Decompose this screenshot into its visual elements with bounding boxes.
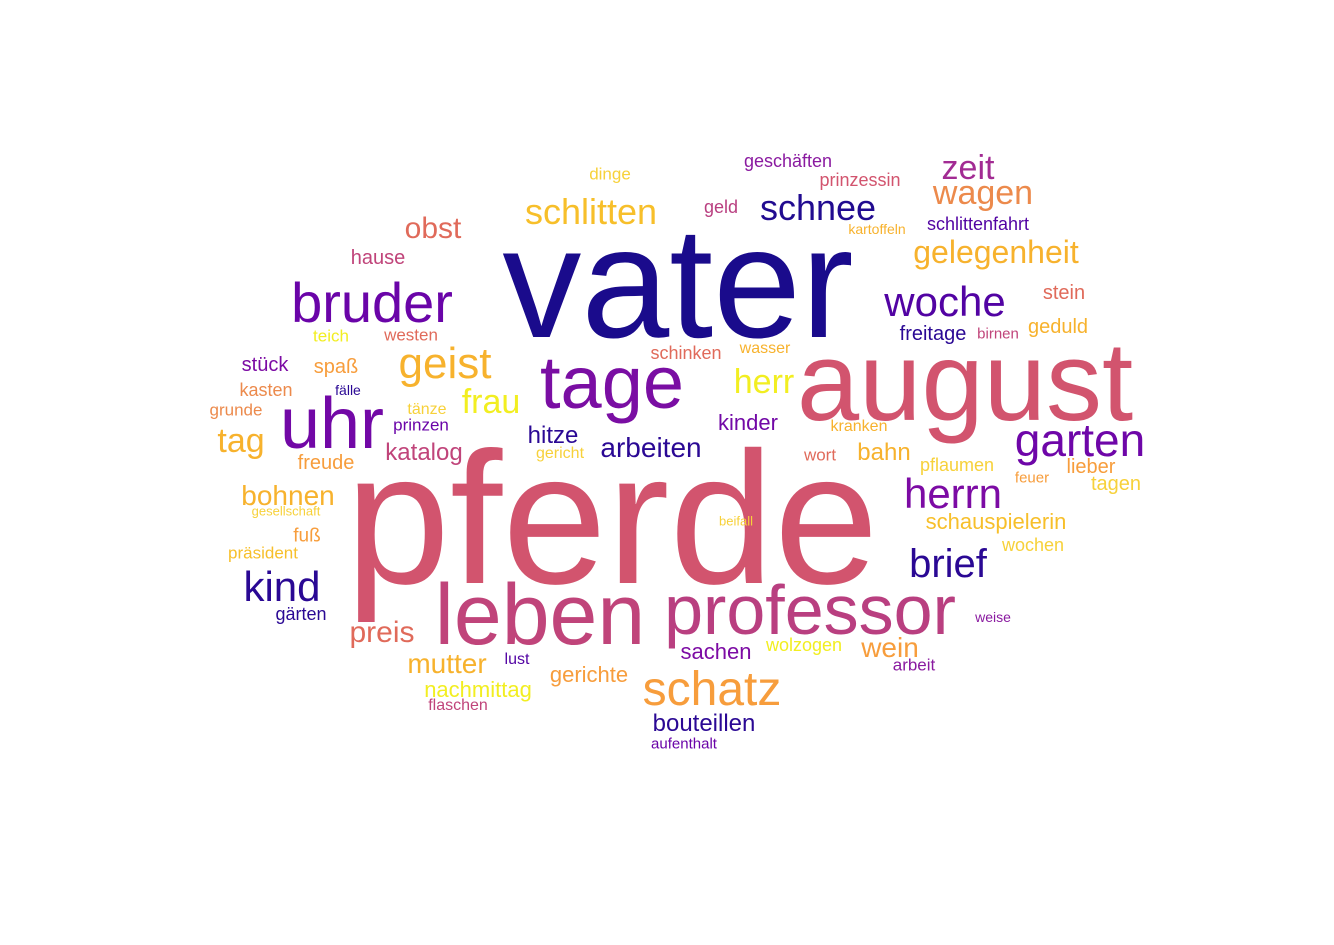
word-gesellschaft: gesellschaft (251, 503, 321, 519)
word-geist: geist (398, 339, 492, 388)
word-lust: lust (504, 651, 530, 668)
word-brief: brief (909, 542, 987, 586)
word-birnen: birnen (977, 325, 1019, 343)
word-spass: spaß (313, 356, 359, 378)
word-arbeit: arbeit (892, 655, 936, 675)
word-gericht: gericht (535, 445, 585, 462)
word-lieber: lieber (1066, 456, 1116, 478)
word-schauspielerin: schauspielerin (925, 509, 1067, 534)
word-schlittenfahrt: schlittenfahrt (926, 214, 1030, 234)
word-katalog: katalog (385, 439, 463, 466)
word-pflaumen: pflaumen (919, 455, 995, 475)
word-grunde: grunde (209, 400, 263, 420)
word-taenze: tänze (407, 401, 447, 418)
word-gelegenheit: gelegenheit (913, 234, 1079, 270)
word-frau: frau (461, 383, 521, 421)
word-preis: preis (349, 616, 415, 649)
word-bruder: bruder (291, 271, 453, 334)
word-gaerten: gärten (275, 604, 327, 624)
word-freude: freude (297, 452, 355, 474)
word-freitage: freitage (899, 323, 967, 345)
word-schatz: schatz (642, 663, 782, 716)
word-geduld: geduld (1027, 316, 1089, 338)
word-tag: tag (217, 422, 265, 460)
word-bouteillen: bouteillen (652, 710, 756, 737)
word-kind: kind (243, 563, 321, 610)
word-dinge: dinge (589, 164, 631, 184)
word-prinzessin: prinzessin (819, 170, 901, 190)
word-herr: herr (733, 363, 795, 401)
word-schinken: schinken (650, 343, 722, 363)
word-wolzogen: wolzogen (765, 635, 843, 655)
word-stueck: stück (241, 354, 289, 376)
word-bahn: bahn (857, 439, 911, 466)
word-leben: leben (434, 567, 646, 663)
word-geld: geld (703, 197, 739, 217)
word-cloud: pferde vater august leben professor tage… (0, 0, 1334, 945)
word-wagen: wagen (932, 174, 1034, 212)
word-hause: hause (350, 247, 406, 269)
word-flaschen: flaschen (428, 697, 488, 714)
word-obst: obst (404, 212, 462, 245)
word-wochen: wochen (1001, 535, 1065, 555)
word-kranken: kranken (830, 418, 888, 435)
word-mutter: mutter (407, 648, 487, 679)
word-schlitten: schlitten (524, 191, 658, 232)
word-teich: teich (313, 326, 349, 346)
word-kartoffeln: kartoffeln (848, 221, 906, 237)
word-beifall: beifall (719, 513, 753, 529)
word-prinzen: prinzen (393, 415, 449, 435)
word-weise: weise (975, 609, 1011, 625)
word-uhr: uhr (279, 384, 385, 464)
word-geschaeften: geschäften (743, 151, 833, 171)
word-feuer: feuer (1014, 469, 1050, 487)
word-sachen: sachen (680, 639, 752, 664)
word-woche: woche (884, 278, 1006, 325)
word-gerichte: gerichte (549, 662, 629, 687)
word-aufenthalt: aufenthalt (651, 735, 717, 753)
word-stein: stein (1042, 282, 1086, 304)
word-kasten: kasten (239, 380, 293, 400)
word-wasser: wasser (739, 340, 791, 357)
word-praesident: präsident (228, 543, 298, 563)
word-westen: westen (384, 325, 438, 345)
word-arbeiten: arbeiten (600, 432, 702, 463)
word-kinder: kinder (718, 410, 778, 435)
word-faelle: fälle (335, 382, 361, 398)
word-wort: wort (803, 445, 837, 465)
